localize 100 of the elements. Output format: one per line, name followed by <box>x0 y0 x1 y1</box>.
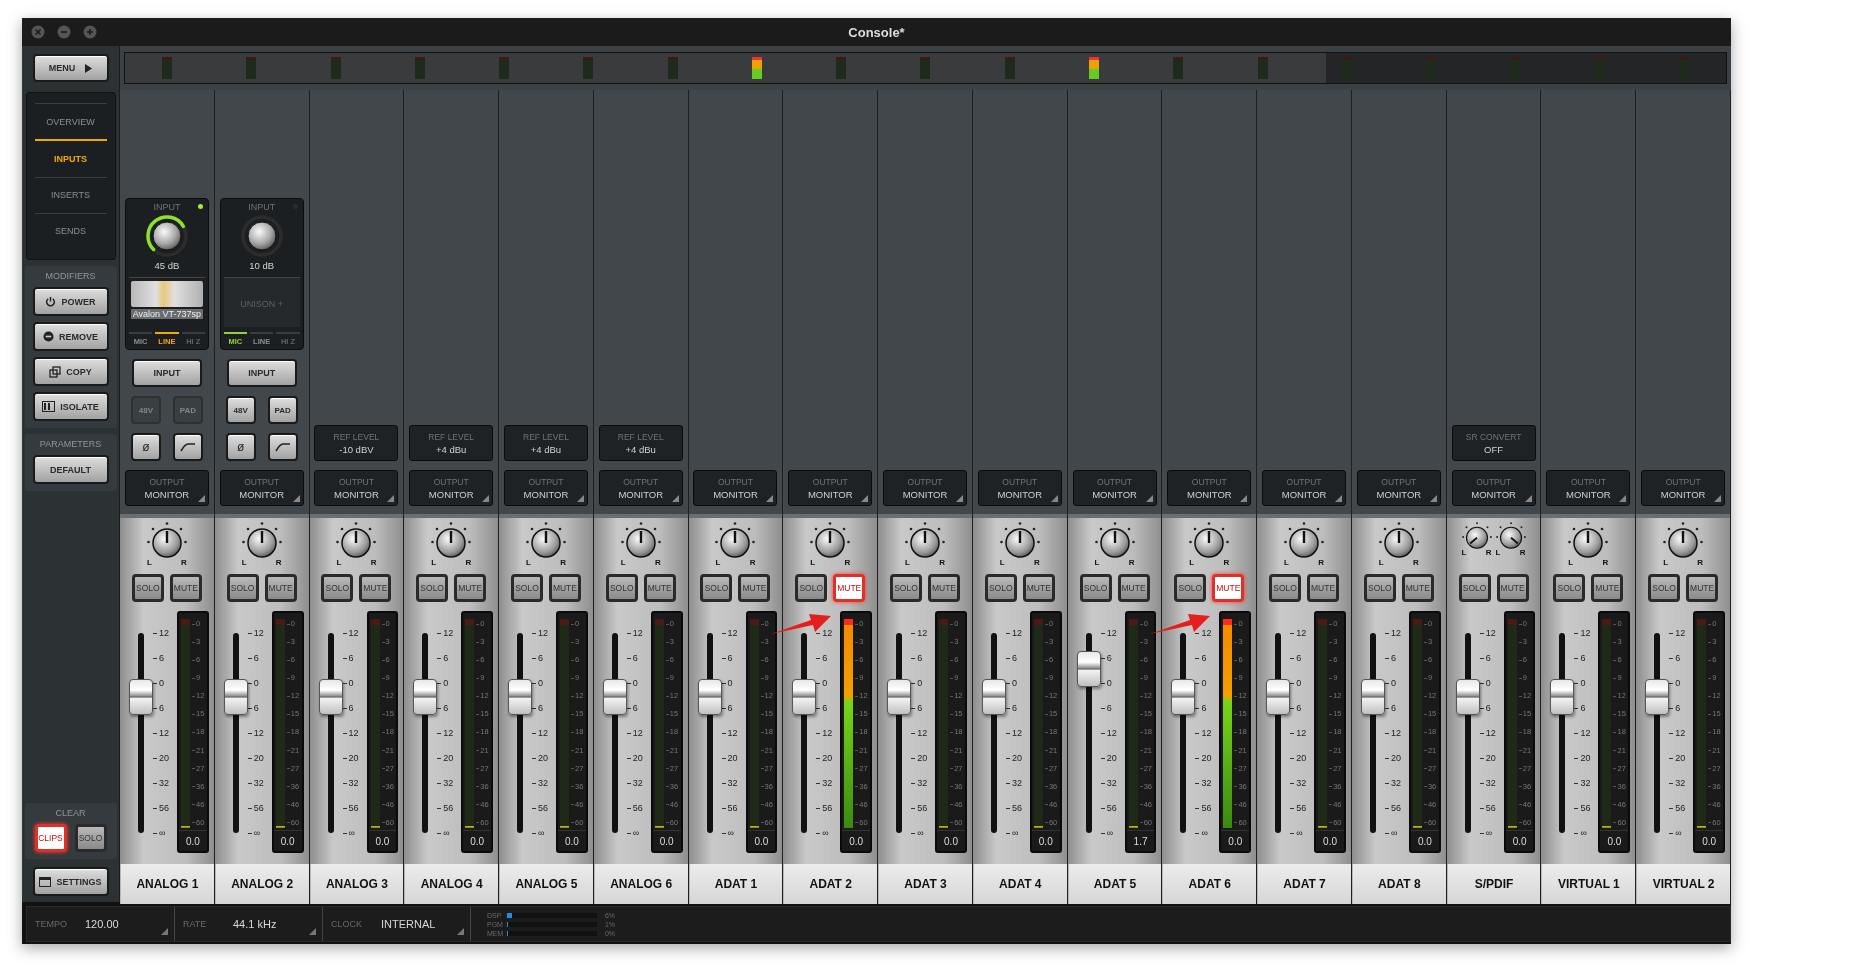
setting-box[interactable]: REF LEVEL -10 dBV <box>314 425 399 461</box>
fader-handle[interactable] <box>508 679 533 715</box>
phase-button[interactable]: ø <box>225 433 256 461</box>
channel-name[interactable]: ANALOG 6 <box>593 864 688 904</box>
clear-button[interactable]: SOLO <box>74 824 107 852</box>
pan-knob[interactable] <box>1495 522 1526 552</box>
channel-name[interactable]: S/PDIF <box>1446 864 1541 904</box>
channel-name[interactable]: ANALOG 2 <box>214 864 309 904</box>
fader-handle[interactable] <box>792 679 817 715</box>
view-tab[interactable]: INPUTS <box>34 139 107 177</box>
clear-button[interactable]: CLIPS <box>34 824 67 852</box>
mute-button[interactable]: MUTE <box>833 574 866 602</box>
channel-name[interactable]: ADAT 2 <box>783 864 878 904</box>
output-dropdown[interactable]: OUTPUT MONITOR <box>1546 470 1631 506</box>
channel-name[interactable]: ADAT 1 <box>688 864 783 904</box>
output-dropdown[interactable]: OUTPUT MONITOR <box>409 470 494 506</box>
output-dropdown[interactable]: OUTPUT MONITOR <box>1262 470 1347 506</box>
fader-handle[interactable] <box>602 679 627 715</box>
mute-button[interactable]: MUTE <box>1496 574 1529 602</box>
input-button[interactable]: INPUT <box>131 359 202 387</box>
mute-button[interactable]: MUTE <box>738 574 771 602</box>
settings-button[interactable]: SETTINGS <box>32 867 109 896</box>
output-dropdown[interactable]: OUTPUT MONITOR <box>124 470 209 506</box>
solo-button[interactable]: SOLO <box>605 574 638 602</box>
modifier-button[interactable]: COPY <box>32 357 109 386</box>
highpass-button[interactable] <box>172 433 203 461</box>
channel-name[interactable]: ADAT 3 <box>878 864 972 904</box>
solo-button[interactable]: SOLO <box>226 574 259 602</box>
output-dropdown[interactable]: OUTPUT MONITOR <box>1356 470 1441 506</box>
channel-name[interactable]: VIRTUAL 1 <box>1541 864 1636 904</box>
mute-button[interactable]: MUTE <box>1022 574 1055 602</box>
output-dropdown[interactable]: OUTPUT MONITOR <box>1167 470 1252 506</box>
fader-handle[interactable] <box>129 679 153 715</box>
channel-name[interactable]: ANALOG 4 <box>404 864 499 904</box>
menu-button[interactable]: MENU <box>32 54 109 82</box>
channel-name[interactable]: ADAT 5 <box>1067 864 1162 904</box>
output-dropdown[interactable]: OUTPUT MONITOR <box>1451 470 1536 506</box>
mute-button[interactable]: MUTE <box>1686 574 1719 602</box>
channel-name[interactable]: ADAT 8 <box>1351 864 1446 904</box>
output-dropdown[interactable]: OUTPUT MONITOR <box>314 470 399 506</box>
solo-button[interactable]: SOLO <box>321 574 354 602</box>
mute-button[interactable]: MUTE <box>169 574 202 602</box>
channel-name[interactable]: ADAT 4 <box>972 864 1067 904</box>
status-value[interactable]: 44.1 kHz <box>233 918 277 930</box>
mute-button[interactable]: MUTE <box>359 574 392 602</box>
pan-knob[interactable] <box>1461 522 1492 552</box>
output-dropdown[interactable]: OUTPUT MONITOR <box>1641 470 1726 506</box>
input-button[interactable]: INPUT <box>226 359 297 387</box>
modifier-button[interactable]: POWER <box>32 287 109 316</box>
channel-name[interactable]: ADAT 6 <box>1162 864 1257 904</box>
mute-button[interactable]: MUTE <box>1307 574 1340 602</box>
channel-name[interactable]: ANALOG 3 <box>309 864 404 904</box>
fader-handle[interactable] <box>223 679 248 715</box>
solo-button[interactable]: SOLO <box>131 574 164 602</box>
solo-button[interactable]: SOLO <box>1079 574 1112 602</box>
mute-button[interactable]: MUTE <box>928 574 960 602</box>
solo-button[interactable]: SOLO <box>510 574 543 602</box>
solo-button[interactable]: SOLO <box>700 574 733 602</box>
fader-handle[interactable] <box>1266 679 1291 715</box>
fader-handle[interactable] <box>1550 679 1575 715</box>
solo-button[interactable]: SOLO <box>416 574 449 602</box>
mute-button[interactable]: MUTE <box>548 574 581 602</box>
solo-button[interactable]: SOLO <box>1269 574 1302 602</box>
status-value[interactable]: INTERNAL <box>381 918 436 930</box>
solo-button[interactable]: SOLO <box>1553 574 1586 602</box>
view-tab[interactable]: SENDS <box>34 212 107 249</box>
output-dropdown[interactable]: OUTPUT MONITOR <box>788 470 873 506</box>
view-tab[interactable]: OVERVIEW <box>34 103 107 140</box>
mute-button[interactable]: MUTE <box>454 574 487 602</box>
channel-name[interactable]: ANALOG 5 <box>499 864 593 904</box>
pad-button[interactable]: PAD <box>267 396 298 424</box>
solo-button[interactable]: SOLO <box>1458 574 1491 602</box>
fader-handle[interactable] <box>413 679 438 715</box>
fader-handle[interactable] <box>981 679 1006 715</box>
phantom-power-button[interactable]: 48V <box>225 396 256 424</box>
output-dropdown[interactable]: OUTPUT MONITOR <box>219 470 304 506</box>
phase-button[interactable]: ø <box>130 433 161 461</box>
gain-knob[interactable] <box>239 214 284 258</box>
mute-button[interactable]: MUTE <box>1117 574 1150 602</box>
modifier-button[interactable]: REMOVE <box>32 322 109 351</box>
mute-button[interactable]: MUTE <box>1212 574 1245 602</box>
output-dropdown[interactable]: OUTPUT MONITOR <box>693 470 778 506</box>
fader-handle[interactable] <box>318 679 343 715</box>
setting-box[interactable]: SR CONVERT OFF <box>1451 425 1536 461</box>
fader-handle[interactable] <box>887 679 912 715</box>
setting-box[interactable]: REF LEVEL +4 dBu <box>598 425 683 461</box>
fader-handle[interactable] <box>1455 679 1480 715</box>
fader-handle[interactable] <box>1076 651 1101 687</box>
mute-button[interactable]: MUTE <box>264 574 297 602</box>
status-value[interactable]: 120.00 <box>85 918 119 930</box>
output-dropdown[interactable]: OUTPUT MONITOR <box>503 470 588 506</box>
solo-button[interactable]: SOLO <box>1174 574 1207 602</box>
setting-box[interactable]: REF LEVEL +4 dBu <box>409 425 494 461</box>
fader-handle[interactable] <box>697 679 722 715</box>
solo-button[interactable]: SOLO <box>795 574 828 602</box>
fader-handle[interactable] <box>1645 679 1670 715</box>
solo-button[interactable]: SOLO <box>1648 574 1681 602</box>
output-dropdown[interactable]: OUTPUT MONITOR <box>598 470 683 506</box>
output-dropdown[interactable]: OUTPUT MONITOR <box>977 470 1062 506</box>
output-dropdown[interactable]: OUTPUT MONITOR <box>883 470 967 506</box>
